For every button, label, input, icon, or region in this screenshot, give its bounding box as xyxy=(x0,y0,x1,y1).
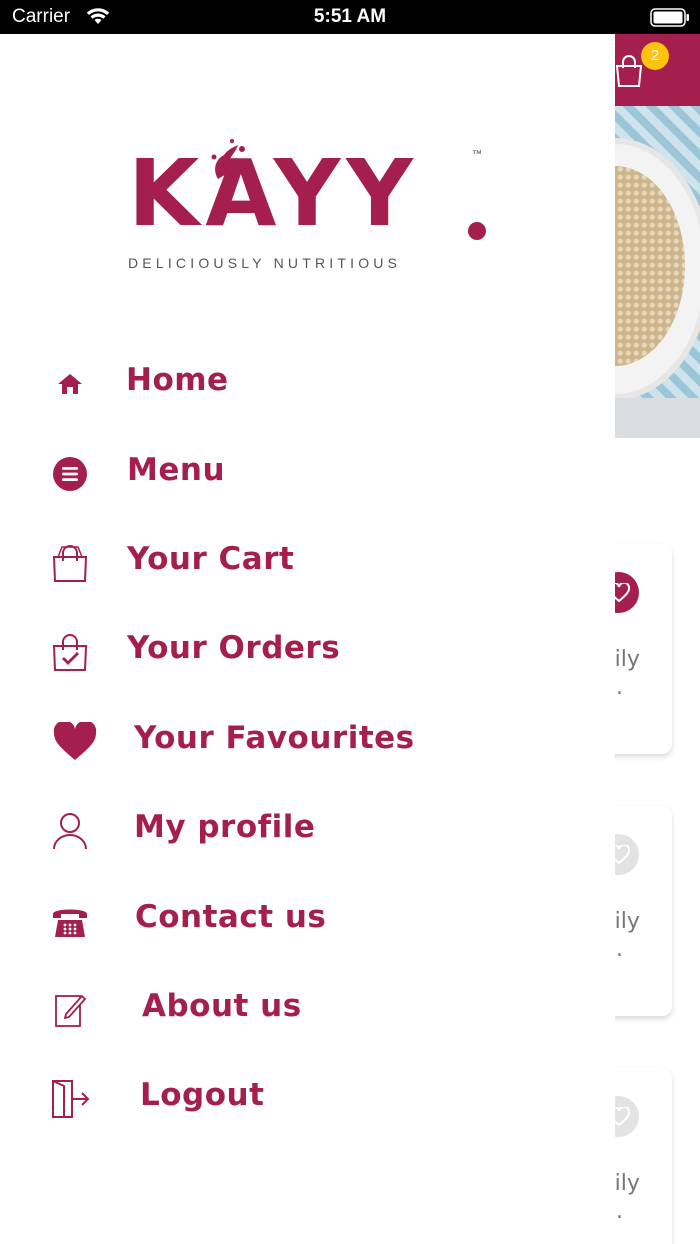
drawer-item-label: About us xyxy=(142,988,302,1024)
drawer-item-label: Your Favourites xyxy=(134,720,415,756)
drawer-item-label: Your Orders xyxy=(127,630,341,666)
logo-wordmark: KAYY xyxy=(128,140,419,247)
brand-tagline: DELICIOUSLY NUTRITIOUS xyxy=(128,255,402,271)
favourite-heart-icon[interactable] xyxy=(615,1096,639,1137)
drawer-item-menu[interactable]: Menu xyxy=(0,438,615,508)
menu-list-icon xyxy=(50,454,90,494)
clock: 5:51 AM xyxy=(313,6,387,27)
table-surface xyxy=(615,398,700,438)
drawer-item-label: Logout xyxy=(140,1077,265,1113)
product-name: d laily r... xyxy=(615,1171,640,1224)
heart-icon xyxy=(52,722,98,762)
background-page: 2 d laily r... d laily r... d laily r... xyxy=(615,34,700,1244)
favourite-heart-icon[interactable] xyxy=(615,834,639,875)
edit-note-icon xyxy=(50,990,90,1030)
logo-dot xyxy=(468,222,486,240)
cart-count-badge: 2 xyxy=(641,42,669,70)
product-name: d laily r... xyxy=(615,647,640,700)
app-header: 2 xyxy=(615,34,700,106)
drawer-item-label: Your Cart xyxy=(127,541,295,577)
drawer-item-about[interactable]: About us xyxy=(0,974,615,1044)
drawer-item-favourites[interactable]: Your Favourites xyxy=(0,706,615,776)
cart-icon[interactable] xyxy=(615,54,643,92)
drawer-item-label: Menu xyxy=(127,452,226,488)
product-card[interactable]: d laily r... xyxy=(615,806,672,1016)
drawer-item-home[interactable]: Home xyxy=(0,348,615,418)
telephone-icon xyxy=(50,901,90,941)
trademark-symbol: ™ xyxy=(472,149,482,160)
drawer-item-label: Home xyxy=(126,362,229,398)
user-icon xyxy=(50,811,90,851)
drawer-item-logout[interactable]: Logout xyxy=(0,1063,615,1133)
drawer-item-contact[interactable]: Contact us xyxy=(0,885,615,955)
battery-icon xyxy=(650,8,690,27)
favourite-heart-icon[interactable] xyxy=(615,572,639,613)
drawer-item-orders[interactable]: Your Orders xyxy=(0,616,615,686)
logout-door-icon xyxy=(50,1079,90,1119)
navigation-drawer: KAYY ™ DELICIOUSLY NUTRITIOUS Home Menu … xyxy=(0,34,615,1244)
orders-bag-check-icon xyxy=(50,632,90,672)
drawer-item-cart[interactable]: Your Cart xyxy=(0,527,615,597)
status-bar: Carrier 5:51 AM xyxy=(0,0,700,34)
product-card[interactable]: d laily r... xyxy=(615,1068,672,1244)
drawer-item-profile[interactable]: My profile xyxy=(0,795,615,865)
product-name: d laily r... xyxy=(615,909,640,962)
product-card[interactable]: d laily r... xyxy=(615,544,672,754)
hero-image xyxy=(615,106,700,438)
home-icon xyxy=(50,364,90,404)
drawer-item-label: My profile xyxy=(134,809,316,845)
drawer-item-label: Contact us xyxy=(135,899,327,935)
shopping-bag-icon xyxy=(50,543,90,583)
